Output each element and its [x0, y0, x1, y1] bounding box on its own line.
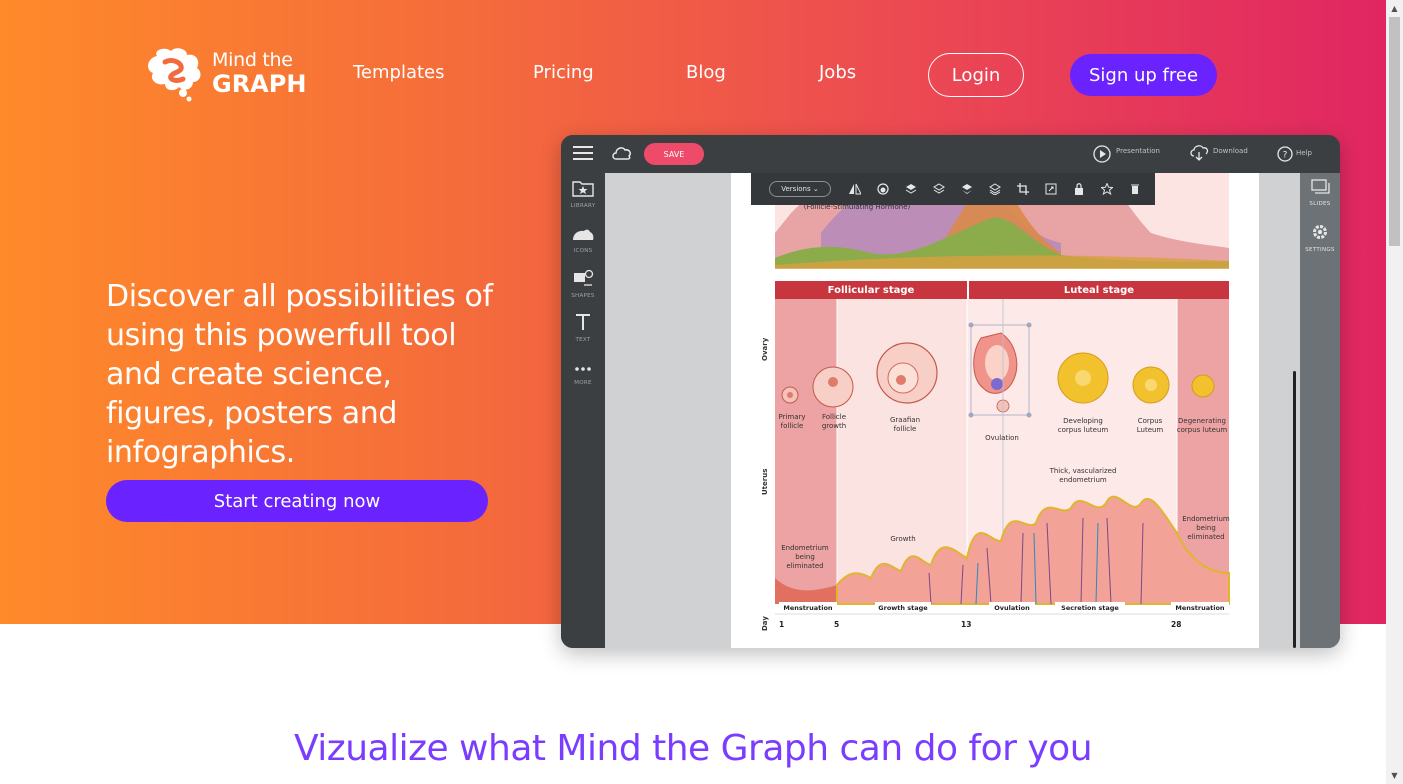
svg-text:?: ? [1283, 151, 1288, 161]
label-developing-corpus-luteum: Developing corpus luteum [1057, 417, 1109, 434]
start-creating-button[interactable]: Start creating now [106, 480, 488, 522]
scroll-down-icon[interactable]: ▼ [1386, 767, 1403, 784]
label-ovulation: Ovulation [985, 434, 1019, 442]
presentation-label[interactable]: Presentation [1116, 147, 1160, 155]
mouse-icon [573, 229, 594, 240]
label-endometrium-eliminated-left: Endometrium being eliminated [781, 544, 829, 570]
day-1: 1 [779, 620, 785, 629]
right-rail: SLIDES SETTINGS [1300, 173, 1340, 648]
day-13: 13 [961, 620, 972, 629]
label-primary-follicle: Primary follicle [778, 413, 806, 430]
rail-shapes[interactable]: SHAPES [561, 269, 605, 299]
label-endometrium-eliminated-right: Endometrium being eliminated [1182, 515, 1230, 541]
rail-more[interactable]: MORE [561, 359, 605, 386]
download-label[interactable]: Download [1213, 147, 1248, 155]
app-preview: SAVE Presentation Download ? Help LIBRAR… [561, 135, 1340, 648]
follicular-stage-bar: Follicular stage [775, 281, 967, 299]
brain-logo-icon [148, 48, 201, 102]
help-icon[interactable]: ? [1277, 146, 1293, 162]
phase-ovulation: Ovulation [989, 602, 1035, 613]
logo-text-top: Mind the [212, 49, 293, 71]
menu-icon[interactable] [573, 145, 593, 161]
save-button[interactable]: SAVE [644, 143, 704, 165]
section-title: Vizualize what Mind the Graph can do for… [293, 728, 1093, 769]
phase-menstruation-1: Menstruation [779, 602, 837, 613]
play-icon[interactable] [1093, 145, 1111, 163]
uterus-label: Uterus [761, 468, 769, 495]
hero-headline: Discover all possibilities of using this… [106, 279, 493, 470]
logo-text-bottom: GRAPH [212, 70, 307, 98]
crop-icon[interactable] [1009, 173, 1037, 205]
folder-star-icon [572, 181, 594, 197]
rail-library[interactable]: LIBRARY [561, 179, 605, 209]
star-icon[interactable] [1093, 173, 1121, 205]
more-dots-icon [575, 367, 591, 371]
menstrual-cycle-diagram [775, 173, 1230, 615]
canvas-scrollbar[interactable] [1293, 371, 1296, 648]
lock-icon[interactable] [1065, 173, 1093, 205]
resize-icon[interactable] [1037, 173, 1065, 205]
trash-icon[interactable] [1121, 173, 1149, 205]
nav-jobs[interactable]: Jobs [819, 62, 856, 83]
rail-icons[interactable]: ICONS [561, 227, 605, 254]
scroll-up-icon[interactable]: ▲ [1386, 0, 1403, 17]
ovary-label: Ovary [761, 337, 769, 361]
canvas-area[interactable]: (Follicle-Stimulating Hormone) Follicula… [605, 173, 1300, 648]
object-toolbar: Versions ⌄ [751, 173, 1155, 205]
layer-front-icon[interactable] [897, 173, 925, 205]
nav-blog[interactable]: Blog [686, 62, 726, 83]
gear-icon [1313, 225, 1327, 239]
rail-slides[interactable]: SLIDES [1300, 179, 1340, 207]
page-scrollbar[interactable]: ▲ ▼ [1386, 0, 1403, 784]
fill-color-icon[interactable] [869, 173, 897, 205]
canvas-page[interactable]: (Follicle-Stimulating Hormone) Follicula… [731, 173, 1259, 648]
day-5: 5 [834, 620, 840, 629]
hero-section: Mind the GRAPH Templates Pricing Blog Jo… [0, 0, 1386, 648]
label-thick-endometrium: Thick, vascularized endometrium [1049, 467, 1117, 484]
nav-pricing[interactable]: Pricing [533, 62, 594, 83]
rail-settings[interactable]: SETTINGS [1300, 223, 1340, 253]
flip-icon[interactable] [841, 173, 869, 205]
label-follicle-growth: Follicle growth [821, 413, 847, 430]
shapes-icon [574, 269, 594, 286]
layer-backward-icon[interactable] [953, 173, 981, 205]
luteal-stage-bar: Luteal stage [969, 281, 1229, 299]
nav-templates[interactable]: Templates [353, 62, 445, 83]
scrollbar-thumb[interactable] [1389, 17, 1400, 246]
label-growth: Growth [890, 535, 916, 543]
phase-secretion-stage: Secretion stage [1055, 602, 1125, 613]
help-label[interactable]: Help [1296, 149, 1312, 157]
app-topbar: SAVE Presentation Download ? Help [561, 135, 1340, 173]
left-rail: LIBRARY ICONS SHAPES TEXT MORE [561, 173, 605, 648]
phase-growth-stage: Growth stage [875, 602, 931, 613]
download-icon[interactable] [1189, 144, 1209, 162]
layer-forward-icon[interactable] [925, 173, 953, 205]
rail-text[interactable]: TEXT [561, 313, 605, 343]
login-button[interactable]: Login [928, 53, 1024, 97]
label-graafian-follicle: Graafian follicle [889, 416, 921, 433]
text-icon [576, 314, 590, 330]
day-28: 28 [1171, 620, 1182, 629]
signup-button[interactable]: Sign up free [1070, 54, 1217, 96]
day-label: Day [761, 616, 769, 631]
versions-select[interactable]: Versions ⌄ [769, 181, 831, 197]
label-degenerating-corpus-luteum: Degenerating corpus luteum [1176, 417, 1228, 434]
slides-icon [1311, 179, 1330, 194]
logo[interactable]: Mind the GRAPH [143, 46, 313, 106]
cloud-icon[interactable] [611, 144, 633, 162]
label-corpus-luteum: Corpus Luteum [1136, 417, 1164, 434]
layer-back-icon[interactable] [981, 173, 1009, 205]
phase-menstruation-2: Menstruation [1171, 602, 1229, 613]
